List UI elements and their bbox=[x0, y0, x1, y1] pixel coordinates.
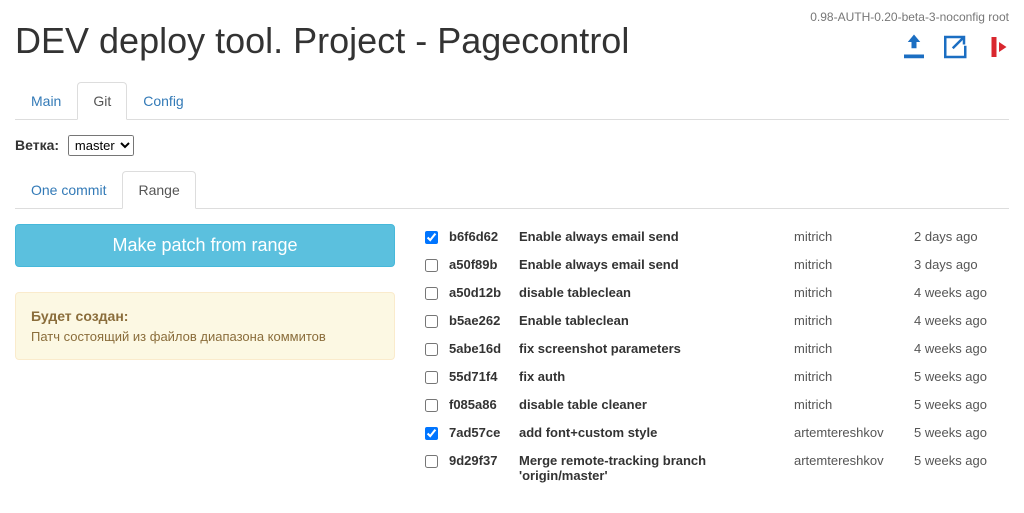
commit-date: 5 weeks ago bbox=[914, 369, 1004, 384]
commit-message: Enable tableclean bbox=[519, 313, 784, 328]
commit-row: b6f6d62 Enable always email send mitrich 2 … bbox=[425, 224, 1004, 252]
commit-date: 5 weeks ago bbox=[914, 453, 1004, 468]
commit-date: 5 weeks ago bbox=[914, 425, 1004, 440]
info-panel: Будет создан: Патч состоящий из файлов д… bbox=[15, 292, 395, 360]
commit-checkbox[interactable] bbox=[425, 343, 438, 356]
commit-message: Enable always email send bbox=[519, 257, 784, 272]
subtab-range[interactable]: Range bbox=[122, 171, 195, 209]
commit-hash: 5abe16d bbox=[449, 341, 509, 356]
commit-message: fix screenshot parameters bbox=[519, 341, 784, 356]
commit-date: 3 days ago bbox=[914, 257, 1004, 272]
commit-author: mitrich bbox=[794, 397, 904, 412]
commit-hash: 55d71f4 bbox=[449, 369, 509, 384]
commit-checkbox[interactable] bbox=[425, 427, 438, 440]
commit-row: 5abe16d fix screenshot parameters mitrich 4… bbox=[425, 336, 1004, 364]
commit-row: f085a86 disable table cleaner mitrich 5 wee… bbox=[425, 392, 1004, 420]
page-title: DEV deploy tool. Project - Pagecontrol bbox=[15, 20, 629, 62]
commit-checkbox[interactable] bbox=[425, 231, 438, 244]
commit-hash: 7ad57ce bbox=[449, 425, 509, 440]
tab-config[interactable]: Config bbox=[127, 82, 199, 120]
commit-author: mitrich bbox=[794, 313, 904, 328]
commit-row: a50d12b disable tableclean mitrich 4 weeks … bbox=[425, 280, 1004, 308]
commit-hash: b6f6d62 bbox=[449, 229, 509, 244]
tab-git[interactable]: Git bbox=[77, 82, 127, 120]
commit-hash: b5ae262 bbox=[449, 313, 509, 328]
info-panel-body: Патч состоящий из файлов диапазона комми… bbox=[31, 329, 379, 344]
commit-message: disable tableclean bbox=[519, 285, 784, 300]
commit-hash: a50f89b bbox=[449, 257, 509, 272]
commit-checkbox[interactable] bbox=[425, 259, 438, 272]
commit-hash: 9d29f37 bbox=[449, 453, 509, 468]
commit-message: disable table cleaner bbox=[519, 397, 784, 412]
commit-message: add font+custom style bbox=[519, 425, 784, 440]
commit-row: 55d71f4 fix auth mitrich 5 weeks ago bbox=[425, 364, 1004, 392]
version-label: 0.98-AUTH-0.20-beta-3-noconfig root bbox=[810, 10, 1009, 24]
commit-row: b5ae262 Enable tableclean mitrich 4 weeks a… bbox=[425, 308, 1004, 336]
main-tabs: MainGitConfig bbox=[15, 82, 1009, 120]
commit-list[interactable]: b6f6d62 Enable always email send mitrich 2 … bbox=[425, 224, 1009, 494]
commit-message: fix auth bbox=[519, 369, 784, 384]
commit-message: Merge remote-tracking branch 'origin/mas… bbox=[519, 453, 784, 483]
branch-label: Ветка: bbox=[15, 137, 59, 153]
commit-row: 7ad57ce add font+custom style artemtereshk… bbox=[425, 420, 1004, 448]
commit-message: Enable always email send bbox=[519, 229, 784, 244]
share-icon[interactable] bbox=[939, 32, 969, 62]
commit-author: mitrich bbox=[794, 369, 904, 384]
commit-checkbox[interactable] bbox=[425, 371, 438, 384]
commit-date: 2 days ago bbox=[914, 229, 1004, 244]
commit-date: 4 weeks ago bbox=[914, 313, 1004, 328]
make-patch-button[interactable]: Make patch from range bbox=[15, 224, 395, 267]
commit-date: 4 weeks ago bbox=[914, 285, 1004, 300]
commit-checkbox[interactable] bbox=[425, 455, 438, 468]
subtab-one-commit[interactable]: One commit bbox=[15, 171, 122, 209]
sub-tabs: One commitRange bbox=[15, 171, 1009, 209]
commit-author: mitrich bbox=[794, 341, 904, 356]
commit-author: artemtereshkov bbox=[794, 425, 904, 440]
info-panel-title: Будет создан: bbox=[31, 308, 379, 324]
download-icon[interactable] bbox=[899, 32, 929, 62]
commit-author: artemtereshkov bbox=[794, 453, 904, 468]
commit-date: 4 weeks ago bbox=[914, 341, 1004, 356]
commit-checkbox[interactable] bbox=[425, 287, 438, 300]
commit-date: 5 weeks ago bbox=[914, 397, 1004, 412]
tab-main[interactable]: Main bbox=[15, 82, 77, 120]
commit-hash: f085a86 bbox=[449, 397, 509, 412]
branch-select[interactable]: master bbox=[68, 135, 134, 156]
commit-row: 9d29f37 Merge remote-tracking branch 'ori… bbox=[425, 448, 1004, 488]
commit-author: mitrich bbox=[794, 285, 904, 300]
commit-checkbox[interactable] bbox=[425, 315, 438, 328]
commit-author: mitrich bbox=[794, 229, 904, 244]
commit-checkbox[interactable] bbox=[425, 399, 438, 412]
logout-icon[interactable] bbox=[979, 32, 1009, 62]
commit-row: a50f89b Enable always email send mitrich 3 … bbox=[425, 252, 1004, 280]
commit-author: mitrich bbox=[794, 257, 904, 272]
commit-hash: a50d12b bbox=[449, 285, 509, 300]
